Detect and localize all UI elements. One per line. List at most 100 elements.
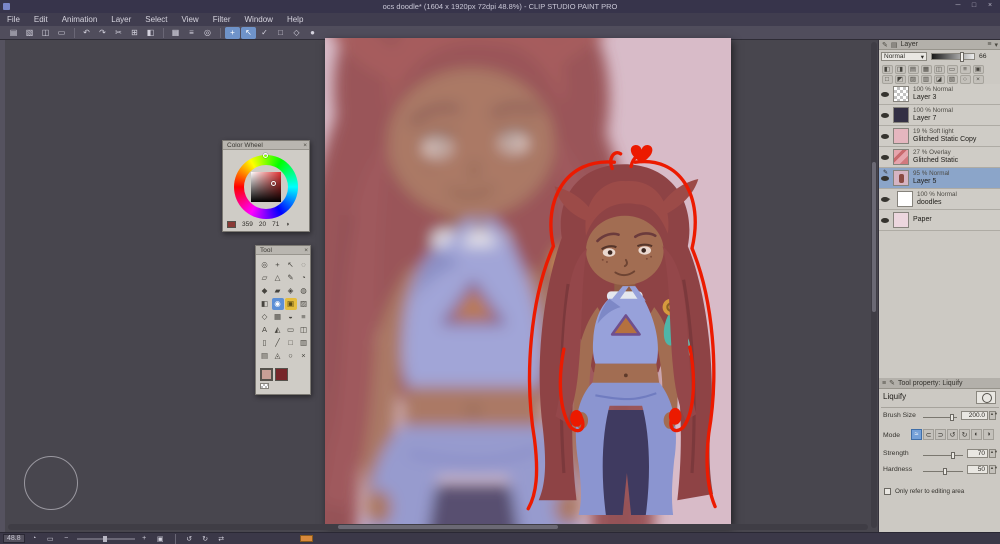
navigator-icon[interactable]: ◔ [29, 534, 40, 544]
layer-thumbnail[interactable] [893, 149, 909, 165]
main-color-swatch[interactable] [260, 368, 273, 381]
vertical-scrollbar[interactable] [871, 42, 877, 528]
lock-alpha-icon[interactable]: ◩ [894, 74, 906, 84]
menu-view[interactable]: View [175, 13, 206, 26]
layer-visibility-toggle[interactable] [881, 134, 889, 139]
mode-push-icon[interactable]: ≈ [911, 429, 922, 440]
brush-size-slider[interactable] [923, 414, 957, 421]
blend-mode-select[interactable]: Normal ▾ [881, 52, 927, 61]
tool-icon[interactable]: ≡ [298, 311, 310, 323]
tool-icon[interactable]: ◭ [272, 324, 284, 336]
zoom-value[interactable]: 48.8 [3, 534, 25, 543]
layer-name[interactable]: Layer 5 [913, 178, 936, 185]
open-icon[interactable]: ▧ [22, 27, 37, 39]
menu-help[interactable]: Help [280, 13, 310, 26]
opacity-slider-thumb[interactable] [959, 52, 964, 62]
strength-slider-thumb[interactable] [951, 452, 955, 459]
tool-icon[interactable]: ◎ [259, 259, 271, 271]
menu-window[interactable]: Window [238, 13, 280, 26]
rotate-cw-icon[interactable]: ↻ [200, 534, 211, 544]
frame-icon[interactable]: □ [273, 27, 288, 39]
save-icon[interactable]: ◫ [38, 27, 53, 39]
pencil-icon[interactable]: ✎ [882, 41, 888, 49]
layer-thumbnail[interactable] [893, 107, 909, 123]
copy-icon[interactable]: ⊞ [127, 27, 142, 39]
brush-tool-icon-active[interactable]: ◉ [271, 297, 284, 310]
pencil-icon[interactable]: ✎ [889, 379, 895, 387]
layer-folder-row[interactable]: ▸ 100 % Normal doodles [879, 189, 1000, 210]
rotate-ccw-icon[interactable]: ↺ [184, 534, 195, 544]
mask-icon[interactable]: ▭ [946, 64, 958, 74]
layer-visibility-toggle[interactable] [881, 176, 889, 181]
layer-thumbnail[interactable] [893, 212, 909, 228]
ruler-icon[interactable]: ▧ [946, 74, 958, 84]
layer-visibility-toggle[interactable] [881, 113, 889, 118]
clip-icon[interactable]: ◧ [881, 64, 893, 74]
tool-icon[interactable]: ◧ [259, 298, 271, 310]
layer-row[interactable]: 100 % Normal Layer 3 [879, 84, 1000, 105]
layer-row[interactable]: 19 % Soft light Glitched Static Copy [879, 126, 1000, 147]
hardness-slider-thumb[interactable] [943, 468, 947, 475]
folder-expand-icon[interactable]: ▸ [887, 195, 891, 203]
layer-row[interactable]: 27 % Overlay Glitched Static [879, 147, 1000, 168]
tool-icon[interactable]: ◔ [298, 272, 310, 284]
horizontal-scrollbar-thumb[interactable] [338, 525, 558, 529]
brush-shape-preview[interactable] [976, 391, 996, 404]
fill-icon[interactable]: ▦ [168, 27, 183, 39]
hardness-value[interactable]: 50 [967, 465, 988, 474]
layer-name[interactable]: Layer 3 [913, 94, 936, 101]
menu-icon[interactable]: ≡ [959, 64, 971, 74]
layer-name[interactable]: Paper [913, 216, 932, 223]
maximize-button[interactable]: □ [966, 0, 982, 13]
transparent-color-swatch[interactable] [260, 383, 269, 389]
tool-icon[interactable]: ◌ [298, 259, 310, 271]
layer-name[interactable]: Layer 7 [913, 115, 936, 122]
layer-visibility-toggle[interactable] [881, 218, 889, 223]
mode-restore-icon[interactable]: ◑ [983, 429, 994, 440]
tool-icon[interactable]: ▦ [272, 311, 284, 323]
record-icon[interactable]: ● [305, 27, 320, 39]
merge-icon[interactable]: ◫ [933, 64, 945, 74]
brush-size-value[interactable]: 200.0 [961, 411, 988, 420]
layer-name[interactable]: Glitched Static [913, 157, 958, 164]
horizontal-scrollbar[interactable] [8, 524, 868, 530]
tool-icon[interactable]: ▥ [298, 337, 310, 349]
tool-icon[interactable]: ↖ [285, 259, 297, 271]
zoom-in-icon[interactable]: + [139, 534, 150, 544]
lock-icon[interactable]: □ [881, 74, 893, 84]
panel-icon[interactable]: ▣ [972, 64, 984, 74]
saturation-value-square[interactable] [251, 172, 281, 202]
layer-row[interactable]: 100 % Normal Layer 7 [879, 105, 1000, 126]
tool-icon[interactable]: □ [285, 337, 297, 349]
tool-icon[interactable]: ◬ [272, 350, 284, 362]
page-icon[interactable]: ▭ [45, 534, 56, 544]
draft-icon[interactable]: ▨ [907, 74, 919, 84]
reference-icon[interactable]: ▥ [920, 74, 932, 84]
zoom-out-icon[interactable]: − [61, 534, 72, 544]
tool-icon[interactable]: ▰ [272, 285, 284, 297]
close-icon[interactable]: × [303, 141, 307, 150]
layer-row[interactable]: Paper [879, 210, 1000, 231]
eye-all-icon[interactable]: ○ [959, 74, 971, 84]
zoom-tool-icon[interactable]: ◎ [200, 27, 215, 39]
layer-opacity-slider[interactable] [931, 52, 975, 62]
delete-layer-icon[interactable]: × [972, 74, 984, 84]
tool-icon[interactable]: × [298, 350, 310, 362]
close-icon[interactable]: × [304, 246, 308, 255]
color-wheel-panel-title[interactable]: Color Wheel × [223, 141, 309, 150]
sub-color-swatch[interactable] [275, 368, 288, 381]
mode-twirl-ccw-icon[interactable]: ↺ [947, 429, 958, 440]
minimize-button[interactable]: ─ [950, 0, 966, 13]
tool-icon[interactable]: + [272, 259, 284, 271]
fill-tool-icon[interactable]: ▣ [284, 297, 297, 310]
strength-value[interactable]: 70 [967, 449, 988, 458]
text-tool-icon[interactable]: A [259, 324, 271, 336]
sv-marker[interactable] [271, 181, 276, 186]
tool-icon[interactable]: ◍ [298, 285, 310, 297]
menu-icon[interactable]: ≡ [882, 380, 886, 387]
layer-thumbnail[interactable] [893, 170, 909, 186]
pen-tool-icon[interactable]: ✎ [285, 272, 297, 284]
editing-area-checkbox[interactable] [884, 488, 891, 495]
layer-tab-label[interactable]: Layer [901, 41, 919, 48]
layer-name[interactable]: doodles [917, 199, 942, 206]
